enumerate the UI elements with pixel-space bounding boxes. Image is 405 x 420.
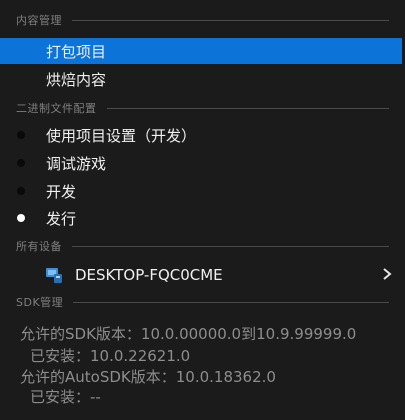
section-divider — [72, 19, 389, 21]
autosdk-allowed-version: 允许的AutoSDK版本：10.0.18362.0 — [20, 368, 276, 386]
section-label: 二进制文件配置 — [16, 102, 97, 115]
sdk-installed-version: 已安装：10.0.22621.0 — [30, 347, 191, 365]
windows-desktop-icon — [46, 268, 62, 283]
menu-item-label: 开发 — [46, 182, 77, 201]
device-name: DESKTOP-FQC0CME — [75, 266, 223, 284]
radio-bullet-icon — [17, 159, 25, 167]
chevron-right-icon[interactable] — [381, 265, 393, 283]
menu-item-shipping[interactable]: 发行 — [0, 205, 405, 231]
autosdk-installed-version: 已安装：-- — [30, 388, 101, 406]
section-header-content-management: 内容管理 — [16, 12, 389, 28]
menu-item-development[interactable]: 开发 — [0, 178, 405, 204]
section-divider — [72, 245, 389, 247]
sdk-allowed-version: 允许的SDK版本：10.0.00000.0到10.9.99999.0 — [20, 325, 357, 343]
menu-item-cook-content[interactable]: 烘焙内容 — [0, 66, 405, 92]
section-label: SDK管理 — [16, 296, 64, 309]
section-header-binary-config: 二进制文件配置 — [16, 100, 389, 116]
menu-item-package-project[interactable]: 打包项目 — [0, 38, 402, 64]
section-divider — [73, 301, 389, 303]
menu-item-use-project-settings[interactable]: 使用项目设置（开发） — [0, 122, 405, 148]
section-label: 所有设备 — [16, 240, 62, 253]
section-label: 内容管理 — [16, 14, 62, 27]
radio-bullet-icon — [17, 187, 25, 195]
menu-item-label: 打包项目 — [46, 42, 107, 61]
menu-item-label: 使用项目设置（开发） — [46, 126, 197, 145]
radio-bullet-icon — [17, 131, 25, 139]
platform-dropdown-menu: 内容管理 打包项目 烘焙内容 二进制文件配置 使用项目设置（开发） 调试游戏 开… — [0, 0, 405, 420]
menu-item-label: 发行 — [46, 209, 77, 228]
radio-bullet-selected-icon — [17, 214, 25, 222]
menu-item-debug-game[interactable]: 调试游戏 — [0, 150, 405, 176]
device-item-desktop[interactable]: DESKTOP-FQC0CME — [0, 262, 405, 288]
section-header-sdk-management: SDK管理 — [16, 294, 389, 310]
section-divider — [106, 107, 389, 109]
menu-item-label: 烘焙内容 — [46, 70, 107, 89]
menu-item-label: 调试游戏 — [46, 154, 107, 173]
section-header-all-devices: 所有设备 — [16, 238, 389, 254]
